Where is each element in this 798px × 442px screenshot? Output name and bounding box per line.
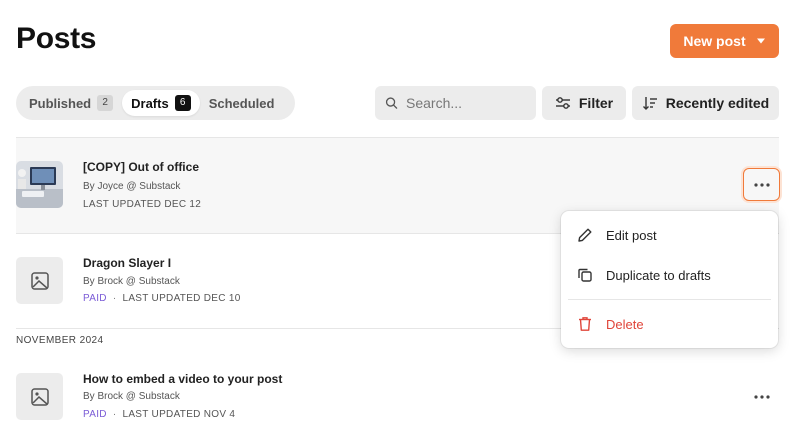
filter-label: Filter <box>578 95 614 111</box>
menu-item-edit-post[interactable]: Edit post <box>561 215 778 255</box>
copy-icon <box>578 268 592 282</box>
post-title[interactable]: Dragon Slayer I <box>83 256 171 270</box>
paid-badge: PAID <box>83 409 107 420</box>
tab-published[interactable]: Published 2 <box>20 90 122 116</box>
post-title[interactable]: How to embed a video to your post <box>83 372 282 386</box>
trash-icon <box>579 317 591 331</box>
meta-separator: · <box>112 409 117 420</box>
more-options-button[interactable] <box>743 168 780 201</box>
tab-label: Scheduled <box>208 95 275 111</box>
new-post-button[interactable]: New post <box>670 24 779 58</box>
sort-button[interactable]: Recently edited <box>632 86 779 120</box>
post-meta: PAID · LAST UPDATED DEC 10 <box>83 293 241 304</box>
more-options-button[interactable] <box>743 380 780 413</box>
post-meta: LAST UPDATED DEC 12 <box>83 199 201 210</box>
search-input[interactable] <box>406 95 526 111</box>
post-author: By Brock @ Substack <box>83 276 180 287</box>
post-status-tabs: Published 2 Drafts 6 Scheduled <box>16 86 295 120</box>
post-row[interactable]: How to embed a video to your post By Bro… <box>16 350 779 442</box>
ellipsis-icon <box>753 182 770 187</box>
menu-item-label: Edit post <box>606 227 657 243</box>
sliders-icon <box>555 97 570 109</box>
post-thumbnail <box>16 373 63 420</box>
ellipsis-icon <box>753 394 770 399</box>
tab-label: Published <box>29 95 92 111</box>
image-placeholder-icon <box>30 271 49 290</box>
last-updated: LAST UPDATED DEC 10 <box>122 293 241 304</box>
tab-label: Drafts <box>131 95 169 111</box>
post-meta: PAID · LAST UPDATED NOV 4 <box>83 409 235 420</box>
tab-count: 2 <box>97 95 114 111</box>
caret-down-icon <box>756 38 765 44</box>
post-author: By Brock @ Substack <box>83 391 180 402</box>
page-title: Posts <box>16 22 97 55</box>
last-updated: LAST UPDATED NOV 4 <box>122 409 236 420</box>
menu-item-label: Duplicate to drafts <box>606 267 711 283</box>
pencil-icon <box>578 228 592 242</box>
post-thumbnail <box>16 161 63 208</box>
post-title[interactable]: [COPY] Out of office <box>83 160 199 174</box>
sort-icon <box>642 97 657 110</box>
post-author: By Joyce @ Substack <box>83 181 181 192</box>
tab-scheduled[interactable]: Scheduled <box>200 90 284 116</box>
image-placeholder-icon <box>30 387 49 406</box>
menu-item-label: Delete <box>606 316 644 332</box>
menu-item-delete[interactable]: Delete <box>561 304 778 344</box>
sort-label: Recently edited <box>665 95 770 111</box>
search-box[interactable] <box>375 86 536 120</box>
month-section-label: NOVEMBER 2024 <box>16 335 104 346</box>
new-post-label: New post <box>683 33 746 49</box>
menu-item-duplicate[interactable]: Duplicate to drafts <box>561 255 778 295</box>
search-icon <box>385 97 398 109</box>
post-context-menu: Edit post Duplicate to drafts Delete <box>561 211 778 348</box>
menu-divider <box>568 299 771 300</box>
post-thumbnail <box>16 257 63 304</box>
filter-button[interactable]: Filter <box>542 86 626 120</box>
tab-count: 6 <box>174 95 191 111</box>
paid-badge: PAID <box>83 293 107 304</box>
last-updated: LAST UPDATED DEC 12 <box>83 199 202 210</box>
meta-separator: · <box>112 293 117 304</box>
tab-drafts[interactable]: Drafts 6 <box>122 90 200 116</box>
